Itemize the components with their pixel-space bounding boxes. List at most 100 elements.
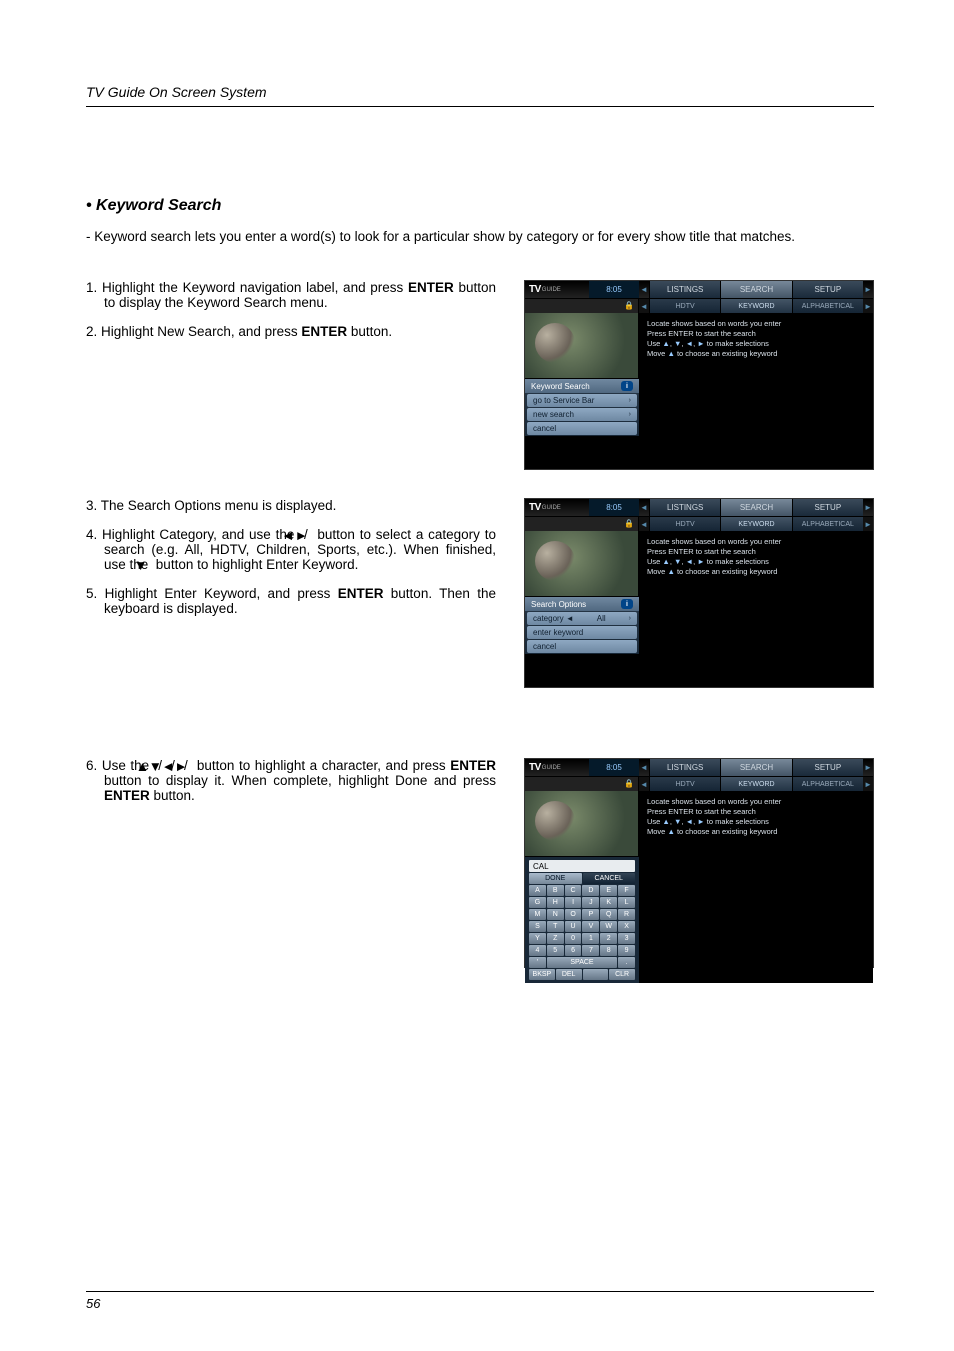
- keyboard-key[interactable]: A: [529, 885, 546, 896]
- keyboard-key[interactable]: L: [618, 897, 635, 908]
- tv-logo-sub: GUIDE: [542, 287, 561, 293]
- subtab-hdtv[interactable]: HDTV: [649, 517, 720, 531]
- keyboard-key[interactable]: 3: [618, 933, 635, 944]
- tab-setup[interactable]: SETUP: [792, 759, 863, 776]
- tvguide-logo: TVGUIDE: [525, 281, 589, 298]
- tab-search[interactable]: SEARCH: [720, 499, 791, 516]
- subtab-hdtv[interactable]: HDTV: [649, 299, 720, 313]
- keyboard-key[interactable]: 0: [565, 933, 582, 944]
- keyboard-key[interactable]: H: [547, 897, 564, 908]
- keyboard-key[interactable]: E: [600, 885, 617, 896]
- subtab-alphabetical[interactable]: ALPHABETICAL: [792, 777, 863, 791]
- keyboard-key[interactable]: ': [529, 957, 546, 968]
- keyboard-key[interactable]: W: [600, 921, 617, 932]
- tab-search[interactable]: SEARCH: [720, 759, 791, 776]
- keyboard-key[interactable]: D: [582, 885, 599, 896]
- keyboard-row: ABCDEF: [529, 885, 635, 896]
- clock: 8:05: [589, 759, 639, 776]
- keyboard-key[interactable]: U: [565, 921, 582, 932]
- menu-item-go-to-service-bar[interactable]: go to Service Bar›: [527, 394, 637, 407]
- keyboard-key[interactable]: F: [618, 885, 635, 896]
- tab-setup[interactable]: SETUP: [792, 281, 863, 298]
- keyboard-key[interactable]: K: [600, 897, 617, 908]
- info-line: Locate shows based on words you enter: [647, 319, 865, 329]
- info-icon[interactable]: i: [621, 381, 633, 391]
- menu-item-category[interactable]: category ◄All›: [527, 612, 637, 625]
- keyboard-space-key[interactable]: SPACE: [547, 957, 616, 968]
- tab-listings[interactable]: LISTINGS: [649, 281, 720, 298]
- running-header: TV Guide On Screen System: [86, 84, 874, 100]
- keyboard-key[interactable]: C: [565, 885, 582, 896]
- tab-listings[interactable]: LISTINGS: [649, 759, 720, 776]
- keyboard-row: MNOPQR: [529, 909, 635, 920]
- tv-logo-text: TV: [529, 284, 541, 295]
- keyboard-key[interactable]: 5: [547, 945, 564, 956]
- keyboard-key[interactable]: DEL: [556, 969, 582, 980]
- keyboard-done-button[interactable]: DONE: [529, 873, 582, 884]
- tab-scroll-right-icon: ►: [863, 759, 873, 776]
- menu-item-new-search[interactable]: new search›: [527, 408, 637, 421]
- keyboard-key[interactable]: J: [582, 897, 599, 908]
- keyboard-key[interactable]: S: [529, 921, 546, 932]
- subtab-alphabetical[interactable]: ALPHABETICAL: [792, 517, 863, 531]
- keyboard-key[interactable]: P: [582, 909, 599, 920]
- page-number: 56: [86, 1296, 874, 1311]
- subtab-keyword[interactable]: KEYWORD: [720, 299, 791, 313]
- keyboard-key[interactable]: .: [618, 957, 635, 968]
- keyboard-key[interactable]: Z: [547, 933, 564, 944]
- tab-setup[interactable]: SETUP: [792, 499, 863, 516]
- enter-label: ENTER: [338, 586, 384, 601]
- menu-item-cancel[interactable]: cancel: [527, 422, 637, 435]
- keyboard-key[interactable]: 7: [582, 945, 599, 956]
- chevron-right-icon: ›: [629, 411, 631, 418]
- keyboard-key[interactable]: 6: [565, 945, 582, 956]
- keyboard-key[interactable]: X: [618, 921, 635, 932]
- keyboard-row: YZ0123: [529, 933, 635, 944]
- subtab-alphabetical[interactable]: ALPHABETICAL: [792, 299, 863, 313]
- info-panel: Locate shows based on words you enter Pr…: [639, 531, 873, 597]
- menu-item-enter-keyword[interactable]: enter keyword: [527, 626, 637, 639]
- tab-search[interactable]: SEARCH: [720, 281, 791, 298]
- keyboard-key[interactable]: 1: [582, 933, 599, 944]
- keyboard-key[interactable]: I: [565, 897, 582, 908]
- tab-scroll-right-icon: ►: [863, 499, 873, 516]
- subtab-keyword[interactable]: KEYWORD: [720, 517, 791, 531]
- keyboard-key[interactable]: Y: [529, 933, 546, 944]
- subtab-keyword[interactable]: KEYWORD: [720, 777, 791, 791]
- info-line: Press ENTER to start the search: [647, 329, 865, 339]
- keyboard-key[interactable]: 9: [618, 945, 635, 956]
- info-icon[interactable]: i: [621, 599, 633, 609]
- keyboard-row: 456789: [529, 945, 635, 956]
- keyboard-key[interactable]: N: [547, 909, 564, 920]
- keyboard-key[interactable]: [583, 969, 609, 980]
- lock-icon: 🔒: [624, 519, 634, 528]
- keyboard-key[interactable]: G: [529, 897, 546, 908]
- info-line: Move ▲ to choose an existing keyword: [647, 827, 865, 837]
- keyboard-key[interactable]: 2: [600, 933, 617, 944]
- keyboard-key[interactable]: Q: [600, 909, 617, 920]
- tab-listings[interactable]: LISTINGS: [649, 499, 720, 516]
- subtab-scroll-right-icon: ►: [863, 299, 873, 313]
- keyboard-key[interactable]: BKSP: [529, 969, 555, 980]
- menu-item-cancel[interactable]: cancel: [527, 640, 637, 653]
- keyword-input[interactable]: CAL: [529, 860, 635, 872]
- keyboard-cancel-button[interactable]: CANCEL: [583, 873, 636, 884]
- keyboard-key[interactable]: CLR: [609, 969, 635, 980]
- keyboard-key[interactable]: O: [565, 909, 582, 920]
- keyboard-key[interactable]: T: [547, 921, 564, 932]
- enter-label: ENTER: [450, 758, 496, 773]
- keyboard-key[interactable]: M: [529, 909, 546, 920]
- down-arrow-icon: ▼: [674, 339, 681, 348]
- step-4-c: button to highlight Enter Keyword.: [152, 557, 358, 572]
- subtab-hdtv[interactable]: HDTV: [649, 777, 720, 791]
- chevron-right-icon: ›: [629, 615, 631, 622]
- keyboard-key[interactable]: 4: [529, 945, 546, 956]
- keyboard-key[interactable]: 8: [600, 945, 617, 956]
- keyboard-key[interactable]: R: [618, 909, 635, 920]
- keyboard-key[interactable]: B: [547, 885, 564, 896]
- subtab-spacer: 🔒: [525, 299, 639, 313]
- keyboard-key[interactable]: V: [582, 921, 599, 932]
- onscreen-keyboard: CAL DONE CANCEL ABCDEF GHIJKL MNOPQR STU…: [525, 857, 639, 983]
- keyboard-row: BKSPDEL CLR: [529, 969, 635, 980]
- lock-icon: 🔒: [624, 301, 634, 310]
